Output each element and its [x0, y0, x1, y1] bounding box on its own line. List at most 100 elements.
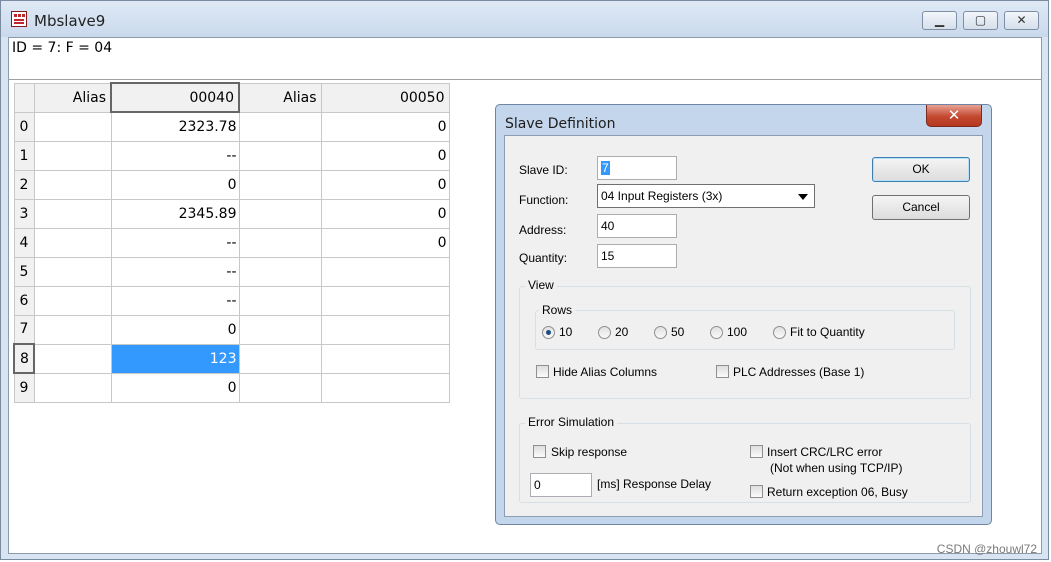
- alias-cell[interactable]: [33, 227, 112, 258]
- column-header-alias[interactable]: Alias: [238, 82, 322, 113]
- alias-cell[interactable]: [238, 314, 322, 345]
- alias-cell[interactable]: [33, 256, 112, 287]
- alias-cell[interactable]: [238, 111, 322, 142]
- cancel-button[interactable]: Cancel: [872, 195, 970, 220]
- app-icon: [11, 11, 27, 27]
- value-cell[interactable]: 123: [110, 343, 240, 374]
- insert-crc-checkbox[interactable]: [750, 445, 763, 458]
- address-input[interactable]: 40: [597, 214, 677, 238]
- value-cell[interactable]: 0: [320, 111, 450, 142]
- alias-cell[interactable]: [33, 198, 112, 229]
- title-bar[interactable]: Mbslave9 ▁ ▢ ✕: [1, 1, 1048, 37]
- function-select[interactable]: 04 Input Registers (3x): [597, 184, 815, 208]
- alias-cell[interactable]: [33, 169, 112, 200]
- close-button[interactable]: ✕: [1004, 11, 1039, 30]
- value-cell[interactable]: --: [110, 285, 240, 316]
- row-header[interactable]: 2: [13, 169, 35, 200]
- quantity-input[interactable]: 15: [597, 244, 677, 268]
- row-header[interactable]: 8: [13, 343, 35, 374]
- value-cell[interactable]: --: [110, 227, 240, 258]
- row-header[interactable]: 4: [13, 227, 35, 258]
- value-cell[interactable]: --: [110, 140, 240, 171]
- alias-cell[interactable]: [33, 372, 112, 403]
- response-delay-label: [ms] Response Delay: [597, 477, 712, 491]
- alias-cell[interactable]: [238, 372, 322, 403]
- value-cell[interactable]: [320, 256, 450, 287]
- value-cell[interactable]: 0: [320, 169, 450, 200]
- row-header[interactable]: 3: [13, 198, 35, 229]
- response-delay-input[interactable]: 0: [530, 473, 592, 497]
- column-header-address[interactable]: 00050: [320, 82, 450, 113]
- address-label: Address:: [519, 223, 567, 237]
- alias-cell[interactable]: [238, 256, 322, 287]
- table-row: 4 -- 0: [13, 227, 450, 258]
- register-grid: Alias 00040 Alias 00050 0 2323.78 0 1 -- 0 2 0 0…: [13, 82, 450, 403]
- maximize-button[interactable]: ▢: [963, 11, 998, 30]
- plc-addresses-checkbox[interactable]: [716, 365, 729, 378]
- chevron-down-icon: [798, 194, 808, 200]
- slave-definition-dialog: Slave Definition ✕ Slave ID: 7 Function:…: [495, 104, 992, 525]
- value-cell[interactable]: 2345.89: [110, 198, 240, 229]
- table-row: 8 123: [13, 343, 450, 374]
- row-header[interactable]: 9: [13, 372, 35, 403]
- plc-addresses-label: PLC Addresses (Base 1): [733, 365, 865, 379]
- rows-option-label: 100: [727, 325, 748, 339]
- value-cell[interactable]: 0: [110, 372, 240, 403]
- value-cell[interactable]: [320, 314, 450, 345]
- slave-id-value: 7: [601, 161, 610, 175]
- column-header-alias[interactable]: Alias: [33, 82, 112, 113]
- row-header[interactable]: 5: [13, 256, 35, 287]
- rows-radio-10[interactable]: [542, 326, 555, 339]
- function-label: Function:: [519, 193, 569, 207]
- slave-id-input[interactable]: 7: [597, 156, 677, 180]
- row-header[interactable]: 7: [13, 314, 35, 345]
- value-cell[interactable]: [320, 372, 450, 403]
- table-row: 6 --: [13, 285, 450, 316]
- quantity-label: Quantity:: [519, 251, 568, 265]
- alias-cell[interactable]: [33, 111, 112, 142]
- function-value: 04 Input Registers (3x): [601, 189, 723, 203]
- value-cell[interactable]: 0: [110, 314, 240, 345]
- skip-response-checkbox[interactable]: [533, 445, 546, 458]
- rows-radio-fit[interactable]: [773, 326, 786, 339]
- value-cell[interactable]: 2323.78: [110, 111, 240, 142]
- rows-option-label: 50: [671, 325, 685, 339]
- alias-cell[interactable]: [238, 227, 322, 258]
- value-cell[interactable]: [320, 285, 450, 316]
- ok-button[interactable]: OK: [872, 157, 970, 182]
- value-cell[interactable]: 0: [320, 140, 450, 171]
- dialog-close-button[interactable]: ✕: [926, 105, 982, 127]
- value-cell[interactable]: --: [110, 256, 240, 287]
- row-header[interactable]: 0: [13, 111, 35, 142]
- value-cell[interactable]: 0: [320, 227, 450, 258]
- value-cell[interactable]: [320, 343, 450, 374]
- alias-cell[interactable]: [238, 198, 322, 229]
- value-cell[interactable]: 0: [110, 169, 240, 200]
- table-row: 70: [13, 314, 450, 345]
- alias-cell[interactable]: [238, 343, 322, 374]
- row-header[interactable]: 1: [13, 140, 35, 171]
- rows-radio-50[interactable]: [654, 326, 667, 339]
- return-exception-label: Return exception 06, Busy: [767, 485, 908, 499]
- slave-header: ID = 7: F = 04: [12, 40, 113, 56]
- grid-header-row: Alias 00040 Alias 00050: [13, 82, 450, 113]
- alias-cell[interactable]: [33, 285, 112, 316]
- alias-cell[interactable]: [33, 140, 112, 171]
- alias-cell[interactable]: [33, 314, 112, 345]
- rows-option-label: 10: [559, 325, 573, 339]
- rows-radio-20[interactable]: [598, 326, 611, 339]
- dialog-title: Slave Definition: [505, 116, 616, 132]
- return-exception-checkbox[interactable]: [750, 485, 763, 498]
- hide-alias-label: Hide Alias Columns: [553, 365, 658, 379]
- alias-cell[interactable]: [238, 140, 322, 171]
- row-header[interactable]: 6: [13, 285, 35, 316]
- value-cell[interactable]: 0: [320, 198, 450, 229]
- column-header-address[interactable]: 00040: [110, 82, 240, 113]
- alias-cell[interactable]: [238, 285, 322, 316]
- alias-cell[interactable]: [238, 169, 322, 200]
- hide-alias-checkbox[interactable]: [536, 365, 549, 378]
- alias-cell[interactable]: [33, 343, 112, 374]
- grid-corner[interactable]: [13, 82, 35, 113]
- rows-radio-100[interactable]: [710, 326, 723, 339]
- minimize-button[interactable]: ▁: [922, 11, 957, 30]
